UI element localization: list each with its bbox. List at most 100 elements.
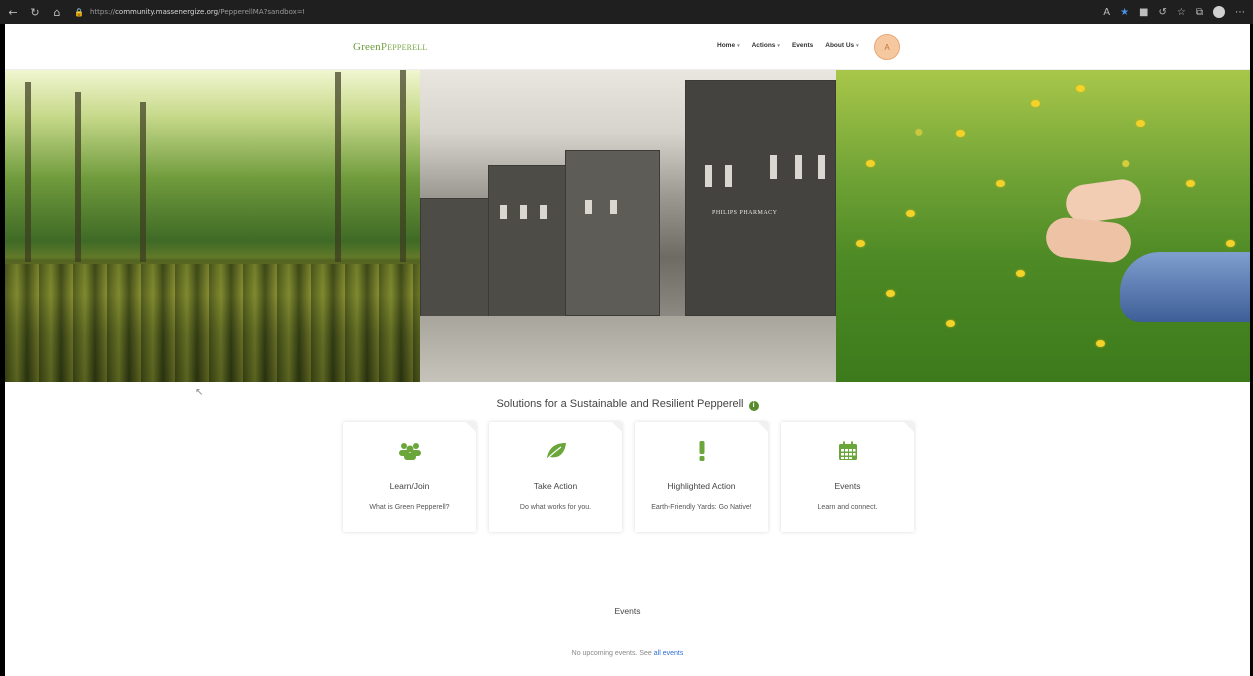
events-heading: Events bbox=[614, 606, 641, 616]
card-highlighted-action[interactable]: Highlighted Action Earth-Friendly Yards:… bbox=[635, 422, 768, 532]
exclamation-icon bbox=[635, 440, 768, 462]
card-description: Do what works for you. bbox=[519, 504, 592, 511]
leaf-icon bbox=[489, 440, 622, 462]
card-corner bbox=[904, 422, 914, 432]
nav-actions[interactable]: Actions ▾ bbox=[752, 42, 780, 49]
dandelion bbox=[856, 240, 865, 247]
all-events-link[interactable]: all events bbox=[654, 650, 684, 657]
window bbox=[795, 155, 802, 179]
lock-icon: 🔒 bbox=[74, 7, 84, 17]
card-title: Learn/Join bbox=[389, 481, 430, 491]
collections-icon[interactable]: ⧉ bbox=[1196, 7, 1203, 18]
logo-green: Green bbox=[353, 41, 381, 53]
card-learn-join[interactable]: Learn/Join What is Green Pepperell? bbox=[343, 422, 476, 532]
card-title: Events bbox=[834, 481, 861, 491]
home-icon[interactable]: ⌂ bbox=[48, 3, 66, 21]
events-empty-note: No upcoming events. See all events bbox=[5, 650, 1250, 657]
window bbox=[520, 205, 527, 219]
solution-cards: Learn/Join What is Green Pepperell? Take… bbox=[343, 422, 914, 532]
more-icon[interactable]: ⋯ bbox=[1235, 7, 1245, 18]
card-description: Learn and connect. bbox=[817, 504, 878, 511]
url-path: /PepperellMA?sandbox=true bbox=[218, 8, 304, 16]
read-aloud-icon[interactable]: A bbox=[1103, 7, 1110, 18]
chevron-down-icon: ▾ bbox=[856, 42, 859, 49]
address-bar[interactable]: 🔒 https://community.massenergize.org/Pep… bbox=[74, 4, 304, 20]
web-page: GreenPepperell Home ▾ Actions ▾ Events Abo… bbox=[5, 24, 1250, 676]
card-take-action[interactable]: Take Action Do what works for you. bbox=[489, 422, 622, 532]
nav-home[interactable]: Home ▾ bbox=[717, 42, 740, 49]
nav-label: Actions bbox=[751, 42, 776, 49]
chevron-down-icon: ▾ bbox=[737, 42, 740, 49]
dandelion bbox=[886, 290, 895, 297]
dandelion bbox=[1016, 270, 1025, 277]
historic-town-image: PHILIPS PHARMACY bbox=[420, 70, 836, 382]
nav-about-us[interactable]: About Us ▾ bbox=[825, 42, 858, 49]
dandelion bbox=[996, 180, 1005, 187]
tree-trunk bbox=[140, 102, 146, 262]
main-nav: Home ▾ Actions ▾ Events About Us ▾ bbox=[717, 42, 859, 49]
window bbox=[770, 155, 777, 179]
card-corner bbox=[466, 422, 476, 432]
dandelion bbox=[956, 130, 965, 137]
dirt-street bbox=[420, 316, 836, 382]
site-header: GreenPepperell Home ▾ Actions ▾ Events Abo… bbox=[5, 24, 1250, 70]
building bbox=[565, 150, 660, 316]
dandelion bbox=[1226, 240, 1235, 247]
window bbox=[725, 165, 732, 187]
refresh-extension-icon[interactable]: ↺ bbox=[1159, 7, 1167, 18]
browser-actions: A ★ ■ ↺ ☆ ⧉ ⋯ bbox=[1103, 6, 1253, 18]
profile-icon[interactable] bbox=[1213, 6, 1225, 18]
forest-river-image bbox=[5, 70, 420, 382]
back-icon[interactable]: ← bbox=[4, 3, 22, 21]
tree-trunk bbox=[75, 92, 81, 262]
info-icon[interactable]: i bbox=[748, 401, 759, 411]
solutions-heading: Solutions for a Sustainable and Resilien… bbox=[5, 398, 1250, 411]
tree-trunk bbox=[25, 82, 31, 262]
refresh-icon[interactable]: ↻ bbox=[26, 3, 44, 21]
tree-trunk bbox=[400, 70, 406, 262]
card-events[interactable]: Events Learn and connect. bbox=[781, 422, 914, 532]
river-water bbox=[5, 264, 420, 382]
dandelion bbox=[946, 320, 955, 327]
window bbox=[818, 155, 825, 179]
extension-icon[interactable]: ■ bbox=[1139, 7, 1148, 18]
dandelion bbox=[1076, 85, 1085, 92]
favorites-icon[interactable]: ☆ bbox=[1177, 7, 1186, 18]
dandelion bbox=[1136, 120, 1145, 127]
card-corner bbox=[758, 422, 768, 432]
nav-label: Home bbox=[717, 42, 736, 49]
avatar[interactable]: A bbox=[874, 34, 900, 60]
users-icon bbox=[343, 440, 476, 462]
card-description: What is Green Pepperell? bbox=[369, 504, 450, 511]
mouse-cursor-icon: ↖ bbox=[195, 387, 204, 398]
window bbox=[500, 205, 507, 219]
card-title: Highlighted Action bbox=[667, 481, 736, 491]
child-jeans bbox=[1120, 252, 1250, 322]
site-logo[interactable]: GreenPepperell bbox=[353, 41, 427, 53]
dandelion bbox=[866, 160, 875, 167]
card-description: Earth-Friendly Yards: Go Native! bbox=[651, 504, 752, 511]
url-host: community.massenergize.org bbox=[115, 8, 219, 16]
logo-pepperell: Pepperell bbox=[380, 41, 428, 53]
favorite-star-icon[interactable]: ★ bbox=[1120, 7, 1129, 18]
avatar-initial: A bbox=[884, 42, 890, 52]
solutions-title-text: Solutions for a Sustainable and Resilien… bbox=[496, 398, 744, 410]
card-corner bbox=[612, 422, 622, 432]
url-prefix: https:// bbox=[89, 8, 116, 16]
browser-toolbar: ← ↻ ⌂ 🔒 https://community.massenergize.o… bbox=[0, 0, 1253, 24]
events-note-text: No upcoming events. See bbox=[571, 650, 652, 657]
calendar-icon bbox=[781, 440, 914, 462]
window bbox=[585, 200, 592, 214]
card-title: Take Action bbox=[533, 481, 578, 491]
hero-banner: PHILIPS PHARMACY bbox=[5, 70, 1250, 382]
nav-label: Events bbox=[791, 42, 814, 49]
tree-trunk bbox=[335, 72, 341, 262]
meadow-dandelions-image bbox=[836, 70, 1250, 382]
pharmacy-sign: PHILIPS PHARMACY bbox=[712, 210, 778, 216]
nav-label: About Us bbox=[825, 42, 855, 49]
dandelion bbox=[1031, 100, 1040, 107]
nav-events[interactable]: Events bbox=[792, 42, 813, 49]
window bbox=[705, 165, 712, 187]
window bbox=[540, 205, 547, 219]
dandelion bbox=[906, 210, 915, 217]
